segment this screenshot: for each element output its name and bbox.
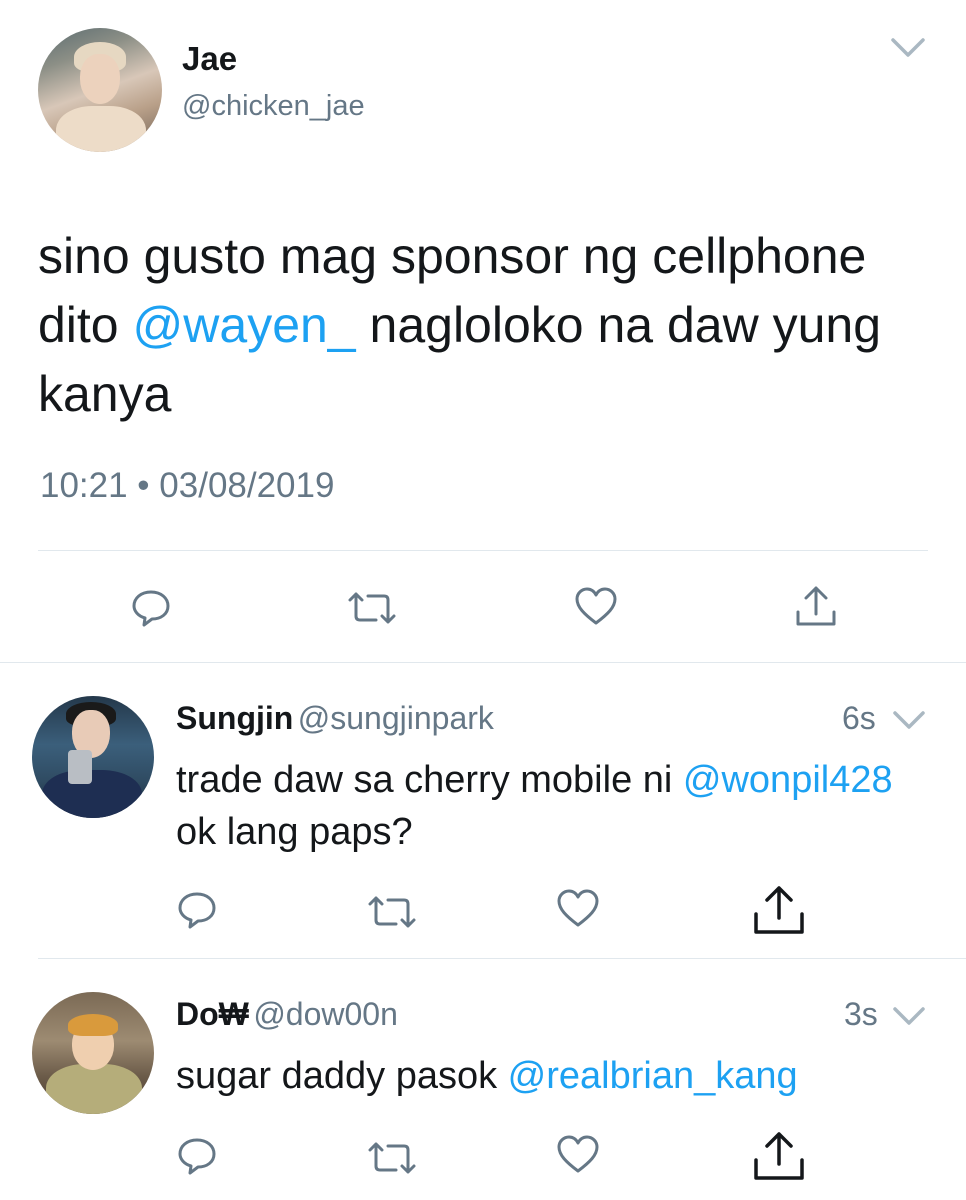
avatar-phone bbox=[68, 750, 92, 784]
chevron-down-icon[interactable] bbox=[892, 1004, 926, 1028]
author-handle[interactable]: @chicken_jae bbox=[182, 90, 365, 123]
share-icon[interactable] bbox=[794, 584, 838, 628]
avatar-shirt bbox=[42, 770, 142, 818]
share-icon[interactable] bbox=[752, 1130, 806, 1182]
retweet-icon[interactable] bbox=[366, 1140, 418, 1176]
avatar-hair bbox=[68, 1014, 118, 1036]
divider bbox=[38, 550, 928, 551]
avatar-shirt bbox=[56, 106, 146, 152]
divider bbox=[0, 662, 966, 663]
chevron-down-icon[interactable] bbox=[890, 34, 926, 62]
reply-author-handle[interactable]: @sungjinpark bbox=[298, 700, 494, 736]
chevron-down-icon[interactable] bbox=[892, 708, 926, 732]
reply-icon[interactable] bbox=[176, 890, 218, 930]
reply-avatar[interactable] bbox=[32, 696, 154, 818]
reply-time: 3s bbox=[844, 996, 878, 1032]
mention-link[interactable]: @realbrian_kang bbox=[508, 1055, 798, 1097]
share-icon[interactable] bbox=[752, 884, 806, 936]
reply-header: Sungjin @sungjinpark bbox=[176, 700, 494, 737]
reply-header: Do₩ @dow00n bbox=[176, 996, 398, 1033]
reply-avatar[interactable] bbox=[32, 992, 154, 1114]
reply-text: sugar daddy pasok @realbrian_kang bbox=[176, 1050, 936, 1102]
reply-icon[interactable] bbox=[176, 1136, 218, 1176]
reply-text-part: trade daw sa cherry mobile ni bbox=[176, 759, 683, 801]
retweet-icon[interactable] bbox=[346, 590, 398, 626]
reply-author-handle[interactable]: @dow00n bbox=[253, 996, 398, 1032]
mention-link[interactable]: @wayen_ bbox=[133, 297, 356, 353]
author-avatar[interactable] bbox=[38, 28, 162, 152]
reply-text-part: ok lang paps? bbox=[176, 811, 413, 853]
tweet-text: sino gusto mag sponsor ng cellphone dito… bbox=[38, 222, 918, 429]
retweet-icon[interactable] bbox=[366, 894, 418, 930]
reply-text-part: sugar daddy pasok bbox=[176, 1055, 508, 1097]
reply-text: trade daw sa cherry mobile ni @wonpil428… bbox=[176, 754, 916, 858]
avatar-hoodie bbox=[46, 1064, 142, 1114]
mention-link[interactable]: @wonpil428 bbox=[683, 759, 893, 801]
avatar-face bbox=[80, 54, 120, 104]
like-icon[interactable] bbox=[556, 888, 600, 928]
reply-author-name[interactable]: Sungjin bbox=[176, 700, 293, 736]
author-name[interactable]: Jae bbox=[182, 40, 237, 78]
reply-time: 6s bbox=[842, 700, 876, 736]
divider bbox=[38, 958, 966, 959]
tweet-timestamp[interactable]: 10:21 • 03/08/2019 bbox=[40, 466, 334, 506]
reply-author-name[interactable]: Do₩ bbox=[176, 996, 249, 1032]
like-icon[interactable] bbox=[574, 586, 618, 626]
reply-icon[interactable] bbox=[130, 588, 172, 628]
like-icon[interactable] bbox=[556, 1134, 600, 1174]
